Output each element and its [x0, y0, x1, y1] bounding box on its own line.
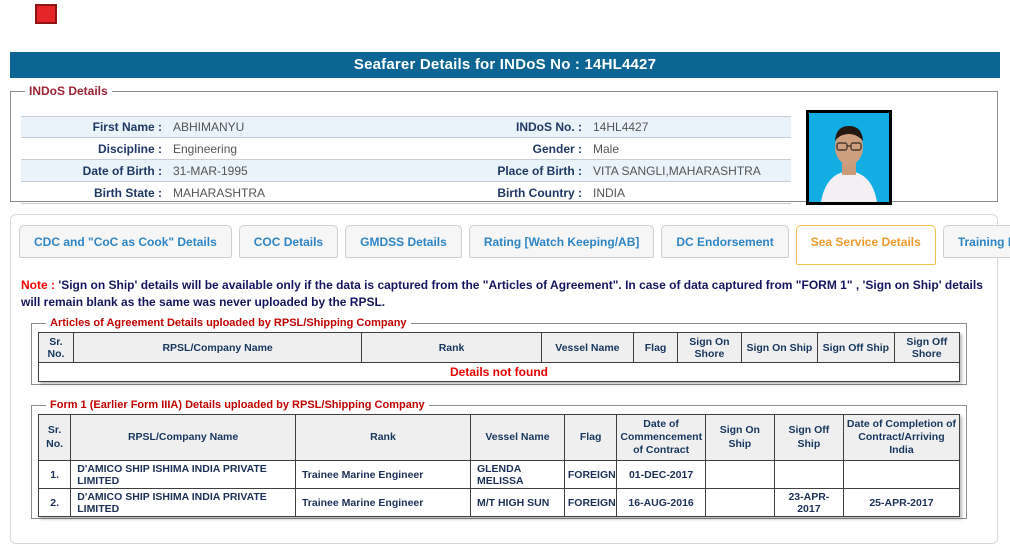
flag: FOREIGN — [564, 489, 616, 517]
col-flag: Flag — [633, 333, 677, 363]
indos-no-label: INDoS No. : — [434, 120, 586, 134]
note-body: 'Sign on Ship' details will be available… — [21, 278, 983, 309]
gender-value: Male — [586, 142, 791, 156]
discipline-value: Engineering — [166, 142, 434, 156]
dob-label: Date of Birth : — [21, 164, 166, 178]
field-row: Birth State : MAHARASHTRA Birth Country … — [21, 182, 791, 204]
sign-on-ship — [705, 489, 774, 517]
note-prefix: Note : — [21, 278, 55, 292]
commencement-date: 01-DEC-2017 — [617, 461, 705, 489]
col-completion: Date of Completion of Contract/Arriving … — [843, 415, 959, 461]
place-of-birth-value: VITA SANGLI,MAHARASHTRA — [586, 164, 791, 178]
tab-gmdss-details[interactable]: GMDSS Details — [345, 225, 462, 258]
first-name-value: ABHIMANYU — [166, 120, 434, 134]
vessel-name: GLENDA MELISSA — [470, 461, 564, 489]
articles-of-agreement-section: Articles of Agreement Details uploaded b… — [31, 317, 967, 385]
sr-no: 2. — [39, 489, 71, 517]
form1-header-row: Sr. No. RPSL/Company Name Rank Vessel Na… — [39, 415, 960, 461]
col-sign-off-ship: Sign Off Ship — [774, 415, 843, 461]
form1-legend: Form 1 (Earlier Form IIIA) Details uploa… — [46, 399, 429, 411]
col-sign-off-shore: Sign Off Shore — [894, 333, 959, 363]
first-name-label: First Name : — [21, 120, 166, 134]
tab-sea-service-details[interactable]: Sea Service Details — [796, 225, 936, 265]
place-of-birth-label: Place of Birth : — [434, 164, 586, 178]
field-row: Discipline : Engineering Gender : Male — [21, 138, 791, 160]
tab-panel: CDC and "CoC as Cook" Details COC Detail… — [10, 214, 998, 544]
photo-illustration — [809, 113, 889, 202]
field-row: First Name : ABHIMANYU INDoS No. : 14HL4… — [21, 116, 791, 138]
tab-training-details[interactable]: Training Details — [943, 225, 1010, 258]
sr-no: 1. — [39, 461, 71, 489]
seafarer-photo — [806, 110, 892, 205]
col-rank: Rank — [362, 333, 542, 363]
tab-rating-watch-keeping[interactable]: Rating [Watch Keeping/AB] — [469, 225, 655, 258]
articles-table: Sr. No. RPSL/Company Name Rank Vessel Na… — [38, 332, 960, 382]
col-vessel: Vessel Name — [470, 415, 564, 461]
empty-row: Details not found — [39, 363, 960, 382]
vessel-name: M/T HIGH SUN — [470, 489, 564, 517]
tab-dc-endorsement[interactable]: DC Endorsement — [661, 225, 788, 258]
table-row: 2. D'AMICO SHIP ISHIMA INDIA PRIVATE LIM… — [39, 489, 960, 517]
tab-cdc-coc-as-cook[interactable]: CDC and "CoC as Cook" Details — [19, 225, 232, 258]
indos-details-section: INDoS Details First Name : ABHIMANYU IND… — [10, 84, 998, 202]
sign-off-ship: 23-APR-2017 — [774, 489, 843, 517]
gender-label: Gender : — [434, 142, 586, 156]
col-company: RPSL/Company Name — [71, 415, 296, 461]
col-sign-off-ship: Sign Off Ship — [818, 333, 894, 363]
col-flag: Flag — [564, 415, 616, 461]
col-vessel: Vessel Name — [541, 333, 633, 363]
seafarer-details-page: { "page": { "title": "Seafarer Details f… — [0, 0, 1010, 550]
col-sign-on-ship: Sign On Ship — [705, 415, 774, 461]
rank: Trainee Marine Engineer — [295, 461, 470, 489]
form1-section: Form 1 (Earlier Form IIIA) Details uploa… — [31, 399, 967, 519]
col-sign-on-shore: Sign On Shore — [678, 333, 742, 363]
company-name: D'AMICO SHIP ISHIMA INDIA PRIVATE LIMITE… — [71, 461, 296, 489]
tab-coc-details[interactable]: COC Details — [239, 225, 338, 258]
sign-off-ship — [774, 461, 843, 489]
discipline-label: Discipline : — [21, 142, 166, 156]
completion-date — [843, 461, 959, 489]
indos-details-legend: INDoS Details — [25, 84, 112, 98]
col-company: RPSL/Company Name — [73, 333, 361, 363]
page-title: Seafarer Details for INDoS No : 14HL4427 — [10, 52, 1000, 78]
details-not-found: Details not found — [39, 363, 960, 382]
articles-legend: Articles of Agreement Details uploaded b… — [46, 317, 411, 329]
birth-state-value: MAHARASHTRA — [166, 186, 434, 200]
indos-no-value: 14HL4427 — [586, 120, 791, 134]
col-sign-on-ship: Sign On Ship — [741, 333, 817, 363]
field-row: Date of Birth : 31-MAR-1995 Place of Bir… — [21, 160, 791, 182]
indos-fields: First Name : ABHIMANYU INDoS No. : 14HL4… — [21, 116, 791, 204]
commencement-date: 16-AUG-2016 — [617, 489, 705, 517]
table-row: 1. D'AMICO SHIP ISHIMA INDIA PRIVATE LIM… — [39, 461, 960, 489]
form1-table: Sr. No. RPSL/Company Name Rank Vessel Na… — [38, 414, 960, 517]
col-sr-no: Sr. No. — [39, 415, 71, 461]
company-name: D'AMICO SHIP ISHIMA INDIA PRIVATE LIMITE… — [71, 489, 296, 517]
articles-header-row: Sr. No. RPSL/Company Name Rank Vessel Na… — [39, 333, 960, 363]
col-sr-no: Sr. No. — [39, 333, 74, 363]
rank: Trainee Marine Engineer — [295, 489, 470, 517]
tab-bar: CDC and "CoC as Cook" Details COC Detail… — [19, 225, 997, 265]
col-commencement: Date of Commencement of Contract — [617, 415, 705, 461]
birth-country-value: INDIA — [586, 186, 791, 200]
broken-image-icon — [35, 4, 57, 24]
birth-state-label: Birth State : — [21, 186, 166, 200]
completion-date: 25-APR-2017 — [843, 489, 959, 517]
birth-country-label: Birth Country : — [434, 186, 586, 200]
sign-on-ship — [705, 461, 774, 489]
note-text: Note : 'Sign on Ship' details will be av… — [21, 277, 989, 311]
dob-value: 31-MAR-1995 — [166, 164, 434, 178]
col-rank: Rank — [295, 415, 470, 461]
flag: FOREIGN — [564, 461, 616, 489]
